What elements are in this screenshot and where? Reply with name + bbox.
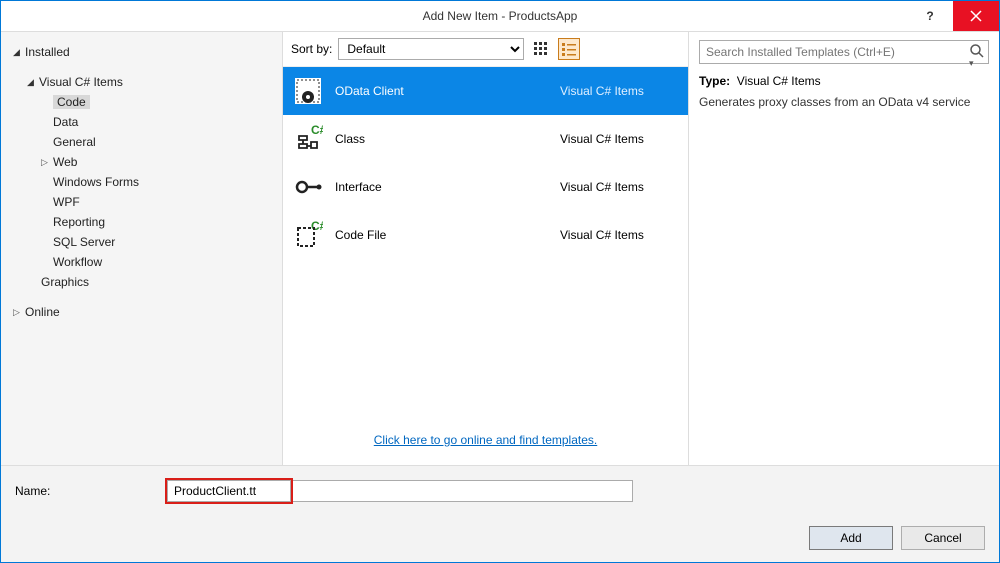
name-row: Name:	[15, 478, 985, 504]
tree-sqlserver[interactable]: SQL Server	[7, 232, 276, 252]
template-category: Visual C# Items	[560, 228, 680, 242]
tree-web[interactable]: ▷ Web	[7, 152, 276, 172]
content-area: ◢ Installed ◢ Visual C# Items Code Data …	[1, 31, 999, 465]
help-button[interactable]: ?	[907, 1, 953, 31]
template-category: Visual C# Items	[560, 180, 680, 194]
template-class[interactable]: C# Class Visual C# Items	[283, 115, 688, 163]
tree-workflow[interactable]: Workflow	[7, 252, 276, 272]
cancel-button[interactable]: Cancel	[901, 526, 985, 550]
template-category: Visual C# Items	[560, 132, 680, 146]
name-label: Name:	[15, 484, 165, 498]
name-input[interactable]	[167, 480, 291, 502]
class-icon: C#	[291, 122, 325, 156]
chevron-down-icon: ▾	[969, 58, 974, 68]
type-row: Type: Visual C# Items	[699, 74, 989, 88]
tree-wpf[interactable]: WPF	[7, 192, 276, 212]
details-panel: ▾ Type: Visual C# Items Generates proxy …	[689, 32, 999, 465]
list-icon	[561, 41, 577, 57]
search-wrapper: ▾	[699, 40, 989, 64]
bottom-bar: Name: Add Cancel	[1, 465, 999, 562]
category-tree: ◢ Installed ◢ Visual C# Items Code Data …	[1, 32, 283, 465]
online-templates-link[interactable]: Click here to go online and find templat…	[374, 433, 597, 447]
list-view-button[interactable]	[558, 38, 580, 60]
sort-dropdown[interactable]: Default	[338, 38, 524, 60]
close-button[interactable]	[953, 1, 999, 31]
search-icon[interactable]: ▾	[969, 43, 985, 73]
odata-client-icon	[291, 74, 325, 108]
expand-icon: ◢	[13, 47, 25, 58]
dialog-buttons: Add Cancel	[15, 526, 985, 550]
template-category: Visual C# Items	[560, 84, 680, 98]
template-label: OData Client	[335, 84, 560, 98]
tree-online[interactable]: ▷ Online	[7, 302, 276, 322]
template-interface[interactable]: Interface Visual C# Items	[283, 163, 688, 211]
template-label: Interface	[335, 180, 560, 194]
title-bar: Add New Item - ProductsApp ?	[1, 1, 999, 31]
type-value: Visual C# Items	[737, 74, 821, 88]
tree-data[interactable]: Data	[7, 112, 276, 132]
template-list: OData Client Visual C# Items C# Class Vi…	[283, 67, 688, 419]
svg-text:C#: C#	[311, 124, 323, 137]
small-icons-button[interactable]	[530, 38, 552, 60]
type-label: Type:	[699, 74, 730, 88]
interface-icon	[291, 170, 325, 204]
highlight-box	[165, 478, 293, 504]
name-input-extension[interactable]	[293, 480, 633, 502]
window-controls: ?	[907, 1, 999, 31]
window-title: Add New Item - ProductsApp	[1, 9, 999, 23]
template-detail: Type: Visual C# Items Generates proxy cl…	[699, 74, 989, 111]
expand-icon: ◢	[27, 77, 39, 88]
sort-label: Sort by:	[291, 42, 332, 56]
template-odata-client[interactable]: OData Client Visual C# Items	[283, 67, 688, 115]
collapse-icon: ▷	[13, 307, 25, 318]
template-description: Generates proxy classes from an OData v4…	[699, 94, 989, 111]
tree-csharp-items[interactable]: ◢ Visual C# Items	[7, 72, 276, 92]
template-list-panel: Sort by: Default	[283, 32, 689, 465]
template-label: Code File	[335, 228, 560, 242]
tree-code[interactable]: Code	[7, 92, 276, 112]
svg-text:C#: C#	[311, 220, 323, 233]
sort-toolbar: Sort by: Default	[283, 32, 688, 67]
tree-installed[interactable]: ◢ Installed	[7, 42, 276, 62]
tree-winforms[interactable]: Windows Forms	[7, 172, 276, 192]
collapse-icon: ▷	[41, 157, 53, 168]
tree-graphics[interactable]: Graphics	[7, 272, 276, 292]
codefile-icon: C#	[291, 218, 325, 252]
search-input[interactable]	[699, 40, 989, 64]
online-templates-link-row: Click here to go online and find templat…	[283, 419, 688, 465]
close-icon	[970, 10, 982, 22]
grid-small-icon	[533, 41, 549, 57]
dialog-window: Add New Item - ProductsApp ? ◢ Installed…	[0, 0, 1000, 563]
template-label: Class	[335, 132, 560, 146]
tree-general[interactable]: General	[7, 132, 276, 152]
tree-reporting[interactable]: Reporting	[7, 212, 276, 232]
add-button[interactable]: Add	[809, 526, 893, 550]
template-codefile[interactable]: C# Code File Visual C# Items	[283, 211, 688, 259]
